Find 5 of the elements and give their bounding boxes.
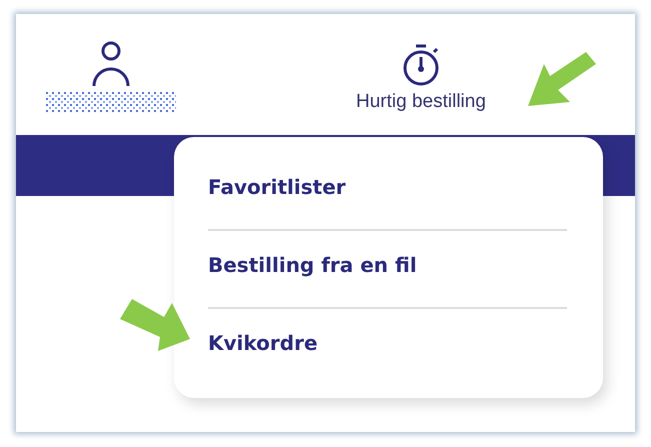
menu-item[interactable]: Favoritlister bbox=[208, 175, 567, 199]
menu-item[interactable]: Bestilling fra en fil bbox=[208, 253, 567, 277]
user-icon[interactable] bbox=[90, 40, 132, 88]
menu-item[interactable]: Kvikordre bbox=[208, 331, 567, 355]
quick-order-button[interactable]: Hurtig bestilling bbox=[356, 14, 486, 113]
